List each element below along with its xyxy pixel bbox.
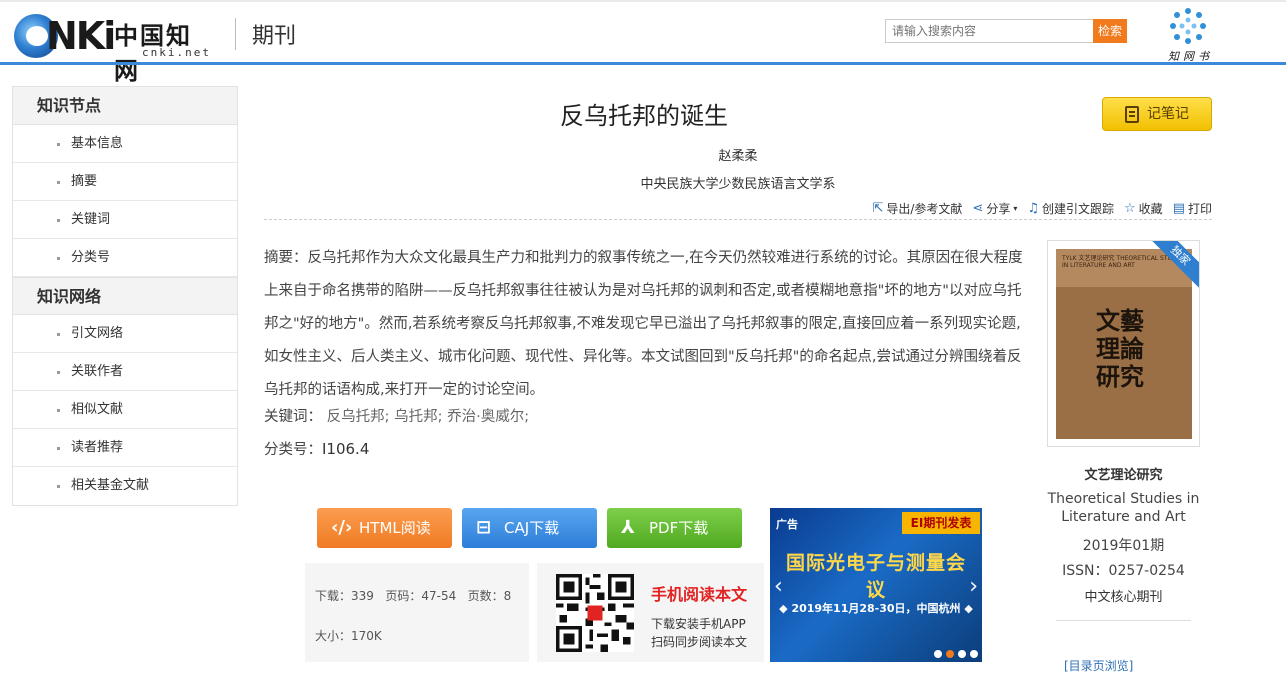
article-organization[interactable]: 中央民族大学少数民族语言文学系 xyxy=(264,173,1212,192)
abstract-label: 摘要： xyxy=(264,250,308,266)
zhiwangshu-logo[interactable]: 知网书 xyxy=(1162,6,1214,63)
class-number-label: 分类号： xyxy=(264,442,322,458)
ad-date: ◆ 2019年11月28-30日，中国杭州 ◆ xyxy=(779,602,973,615)
download-stats: 下载：339 页码：47-54 页数：8 大小：170K xyxy=(305,563,529,662)
ad-banner[interactable]: 广告 EI期刊发表 国际光电子与测量会议 ◆ 2019年11月28-30日，中国… xyxy=(770,508,982,662)
citation-tracking-button[interactable]: ♫ 创建引文跟踪 xyxy=(1027,200,1114,217)
ad-dot[interactable] xyxy=(934,650,942,658)
share-label: 分享 xyxy=(986,202,1011,216)
search-input[interactable] xyxy=(885,19,1094,43)
chevron-down-icon: ▾ xyxy=(1013,204,1018,213)
mobile-read-line-1: 下载安装手机APP xyxy=(651,617,746,631)
sidebar-item-similar-docs[interactable]: 相似文献 xyxy=(13,391,237,429)
pdf-download-button[interactable]: ⅄ PDF下载 xyxy=(607,508,742,548)
ad-dot[interactable] xyxy=(970,650,978,658)
take-note-label: 记笔记 xyxy=(1147,106,1189,122)
ad-badge: EI期刊发表 xyxy=(902,512,980,534)
journal-name[interactable]: 文艺理论研究 xyxy=(1047,464,1200,483)
journal-cover[interactable]: TYLK 文艺理论研究 THEORETICAL STUDIES IN LITER… xyxy=(1047,240,1200,447)
sidebar-item-class-no[interactable]: 分类号 xyxy=(13,239,237,277)
cnki-logo[interactable]: NKi 中国知网 cnki.net xyxy=(14,12,214,85)
html-read-button[interactable]: ‹/› HTML阅读 xyxy=(317,508,452,548)
journal-core-badge: 中文核心期刊 xyxy=(1084,590,1163,605)
export-reference-button[interactable]: ⇱ 导出/参考文献 xyxy=(872,200,962,217)
stats-line-2: 大小：170K xyxy=(315,629,382,643)
sidebar-item-citation-network[interactable]: 引文网络 xyxy=(13,315,237,353)
article-author[interactable]: 赵柔柔 xyxy=(264,145,1212,164)
caj-download-button[interactable]: ⊟ CAJ下载 xyxy=(462,508,597,548)
site-header: NKi 中国知网 cnki.net 期刊 检索 知网书 xyxy=(0,2,1286,85)
journal-divider xyxy=(1056,620,1191,621)
search-button[interactable]: 检索 xyxy=(1093,19,1127,43)
journal-name-en: Theoretical Studies in Literature and Ar… xyxy=(1047,491,1200,525)
header-divider xyxy=(235,18,236,50)
share-button[interactable]: ⋖ 分享 ▾ xyxy=(972,200,1017,217)
favorite-label: 收藏 xyxy=(1138,202,1163,216)
browse-toc-link[interactable]: [目录页浏览] xyxy=(1064,657,1133,674)
cover-title: 文藝 理論 研究 xyxy=(1096,306,1144,391)
code-icon: ‹/› xyxy=(331,517,353,538)
keyword-link[interactable]: 乔治·奥威尔; xyxy=(447,409,529,425)
class-number-value: I106.4 xyxy=(322,440,370,458)
stats-line-1: 下载：339 页码：47-54 页数：8 xyxy=(315,589,512,603)
take-note-button[interactable]: 记笔记 xyxy=(1102,97,1212,131)
ad-tag: 广告 xyxy=(776,518,798,531)
article-class-number: 分类号：I106.4 xyxy=(264,436,369,463)
pdf-download-label: PDF下载 xyxy=(649,519,709,537)
favorite-button[interactable]: ☆ 收藏 xyxy=(1124,200,1163,217)
keywords-label: 关键词： xyxy=(264,409,322,425)
logo-domain: cnki.net xyxy=(142,46,211,59)
qr-code-icon[interactable] xyxy=(556,574,634,652)
share-icon: ⋖ xyxy=(972,201,984,216)
html-read-label: HTML阅读 xyxy=(359,519,431,537)
sidebar-item-fund-docs[interactable]: 相关基金文献 xyxy=(13,467,237,505)
article-title: 反乌托邦的诞生 xyxy=(560,102,728,130)
mobile-read-title: 手机阅读本文 xyxy=(651,585,748,604)
sidebar-item-related-authors[interactable]: 关联作者 xyxy=(13,353,237,391)
ad-dot[interactable] xyxy=(958,650,966,658)
zhiwangshu-icon xyxy=(1170,8,1206,44)
article-toolbar: ⇱ 导出/参考文献 ⋖ 分享 ▾ ♫ 创建引文跟踪 ☆ 收藏 ▤ 打印 xyxy=(264,196,1212,220)
book-icon: ⊟ xyxy=(476,517,492,538)
star-icon: ☆ xyxy=(1124,201,1136,216)
section-title: 期刊 xyxy=(252,24,297,49)
ad-pagination xyxy=(934,650,978,658)
journal-issn: ISSN：0257-0254 xyxy=(1062,563,1185,579)
article-abstract: 摘要：反乌托邦作为大众文化最具生产力和批判力的叙事传统之一,在今天仍然较难进行系… xyxy=(264,242,1026,407)
journal-cover-image: TYLK 文艺理论研究 THEORETICAL STUDIES IN LITER… xyxy=(1056,249,1192,439)
keyword-link[interactable]: 反乌托邦; xyxy=(327,409,390,425)
knowledge-sidebar: 知识节点 基本信息 摘要 关键词 分类号 知识网络 引文网络 关联作者 相似文献… xyxy=(12,86,238,506)
ad-prev-icon[interactable]: ‹ xyxy=(774,574,783,599)
sidebar-group-knowledge-network: 知识网络 xyxy=(13,277,237,315)
mobile-read-line-2: 扫码同步阅读本文 xyxy=(651,635,748,649)
sidebar-item-basic-info[interactable]: 基本信息 xyxy=(13,125,237,163)
pdf-icon: ⅄ xyxy=(621,517,635,538)
bell-icon: ♫ xyxy=(1027,201,1039,216)
ad-title: 国际光电子与测量会议 xyxy=(785,552,966,601)
sidebar-group-knowledge-nodes: 知识节点 xyxy=(13,87,237,125)
logo-text: NKi xyxy=(46,14,116,58)
abstract-text: 反乌托邦作为大众文化最具生产力和批判力的叙事传统之一,在今天仍然较难进行系统的讨… xyxy=(264,250,1023,398)
journal-issue[interactable]: 2019年01期 xyxy=(1047,535,1200,555)
sidebar-item-abstract[interactable]: 摘要 xyxy=(13,163,237,201)
caj-download-label: CAJ下载 xyxy=(504,519,560,537)
print-button[interactable]: ▤ 打印 xyxy=(1173,200,1212,217)
print-label: 打印 xyxy=(1187,202,1212,216)
sidebar-item-reader-recommend[interactable]: 读者推荐 xyxy=(13,429,237,467)
ad-next-icon[interactable]: › xyxy=(969,574,978,599)
sidebar-item-keywords[interactable]: 关键词 xyxy=(13,201,237,239)
notebook-icon xyxy=(1125,106,1139,123)
keyword-link[interactable]: 乌托邦; xyxy=(394,409,442,425)
printer-icon: ▤ xyxy=(1172,201,1185,216)
export-reference-label: 导出/参考文献 xyxy=(886,202,963,216)
mobile-read-panel: 手机阅读本文 下载安装手机APP 扫码同步阅读本文 xyxy=(537,563,764,662)
header-accent-bar xyxy=(0,62,1286,65)
article-keywords: 关键词： 反乌托邦; 乌托邦; 乔治·奥威尔; xyxy=(264,404,529,430)
ad-dot-active[interactable] xyxy=(946,650,954,658)
citation-tracking-label: 创建引文跟踪 xyxy=(1042,202,1115,216)
export-icon: ⇱ xyxy=(872,201,884,216)
